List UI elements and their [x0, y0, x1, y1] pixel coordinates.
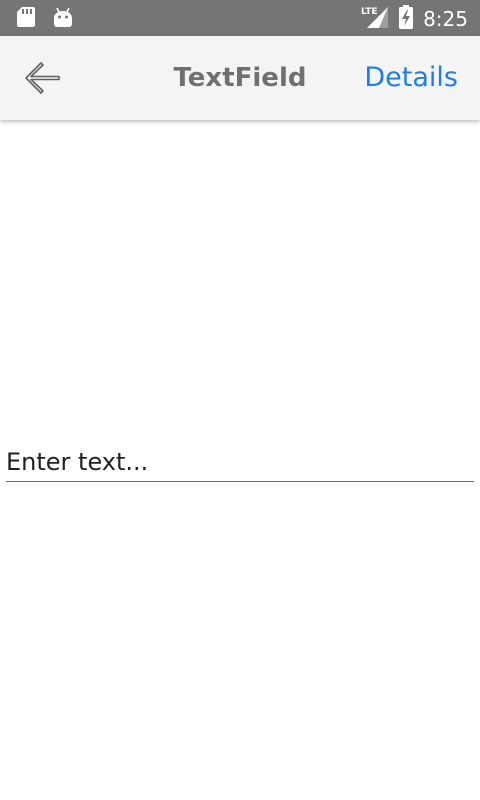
battery-charging-icon — [399, 5, 414, 33]
lte-label: LTE — [361, 7, 378, 17]
text-input-field[interactable] — [6, 442, 474, 482]
status-bar: LTE 8:25 — [0, 0, 480, 36]
toolbar: TextField Details — [0, 36, 480, 120]
sd-card-icon — [16, 6, 36, 32]
status-right-icons: LTE 8:25 — [361, 5, 468, 33]
signal-icon: LTE — [361, 5, 389, 33]
status-time: 8:25 — [423, 7, 468, 31]
details-button[interactable]: Details — [364, 61, 458, 95]
android-icon — [52, 6, 74, 32]
status-left-icons — [16, 6, 74, 32]
